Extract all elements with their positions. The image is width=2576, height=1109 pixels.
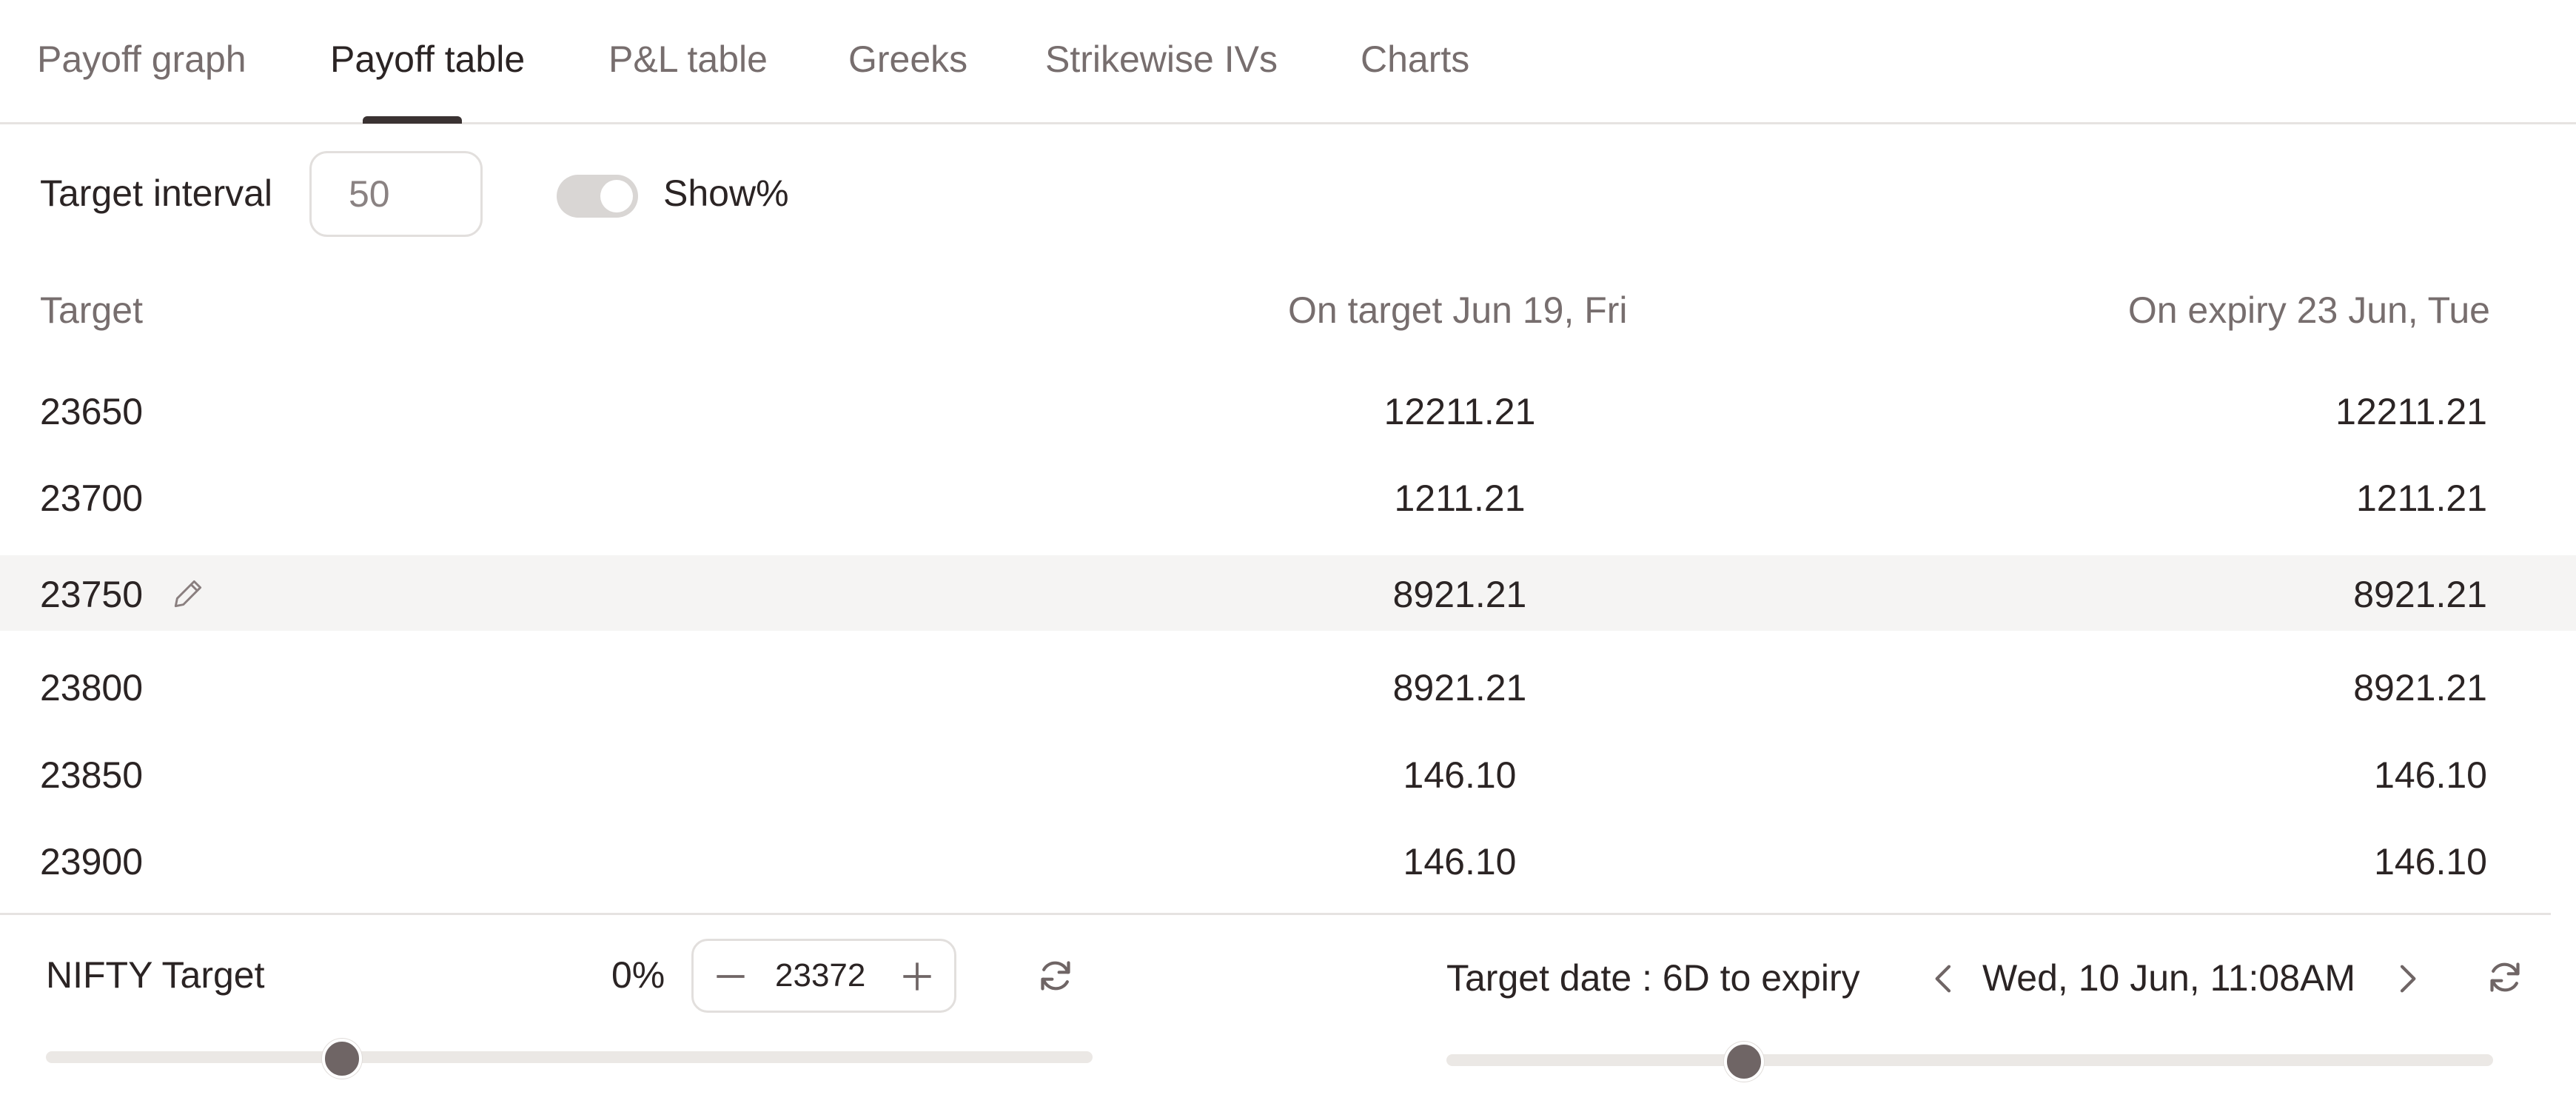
- on-target-cell: 146.10: [1403, 754, 1517, 796]
- tab-payoff-graph[interactable]: Payoff graph: [37, 37, 246, 81]
- chevron-right-icon[interactable]: [2391, 958, 2424, 999]
- target-date-slider-thumb[interactable]: [1723, 1042, 1764, 1082]
- nifty-percent-value: 0%: [611, 954, 665, 996]
- show-percent-toggle[interactable]: [557, 175, 638, 218]
- on-target-cell: 12211.21: [1383, 391, 1536, 432]
- target-interval-label: Target interval: [40, 172, 273, 214]
- on-target-cell: 146.10: [1403, 841, 1517, 882]
- pencil-icon[interactable]: [170, 574, 207, 612]
- nifty-target-slider-track[interactable]: [46, 1051, 1093, 1063]
- tab-bar: Payoff graph Payoff table P&L table Gree…: [0, 0, 2576, 124]
- plus-icon[interactable]: [896, 956, 938, 997]
- tab-pl-table[interactable]: P&L table: [608, 37, 768, 81]
- footer-divider: [0, 913, 2551, 915]
- on-target-cell: 8921.21: [1392, 574, 1527, 615]
- on-expiry-cell: 146.10: [2374, 841, 2487, 882]
- target-date-value: Wed, 10 Jun, 11:08AM: [1982, 957, 2356, 999]
- on-expiry-cell: 8921.21: [2353, 667, 2487, 708]
- table-row[interactable]: 23850 146.10 146.10: [0, 736, 2576, 811]
- refresh-icon[interactable]: [1035, 955, 1076, 996]
- on-expiry-cell: 1211.21: [2355, 478, 2487, 519]
- target-interval-input[interactable]: [309, 151, 483, 237]
- target-cell: 23750: [40, 574, 144, 615]
- target-cell: 23800: [40, 667, 144, 708]
- table-row-highlighted[interactable]: 23750 8921.21 8921.21: [0, 555, 2576, 631]
- on-expiry-cell: 8921.21: [2353, 574, 2487, 615]
- tab-strikewise-ivs[interactable]: Strikewise IVs: [1045, 37, 1278, 81]
- on-target-cell: 1211.21: [1394, 478, 1526, 519]
- table-row[interactable]: 23900 146.10 146.10: [0, 822, 2576, 898]
- target-date-slider-track[interactable]: [1446, 1054, 2493, 1066]
- nifty-target-stepper: 23372: [691, 939, 956, 1013]
- nifty-target-value[interactable]: 23372: [775, 957, 865, 994]
- active-tab-indicator: [363, 116, 462, 124]
- nifty-target-label: NIFTY Target: [46, 954, 265, 996]
- target-cell: 23900: [40, 841, 144, 882]
- table-row[interactable]: 23650 12211.21 12211.21: [0, 372, 2576, 448]
- table-row[interactable]: 23700 1211.21 1211.21: [0, 459, 2576, 535]
- show-percent-label: Show%: [663, 172, 789, 214]
- column-header-target: Target: [40, 289, 143, 331]
- tab-charts[interactable]: Charts: [1361, 37, 1469, 81]
- target-cell: 23700: [40, 478, 144, 519]
- toggle-knob: [600, 180, 633, 212]
- column-header-on-target: On target Jun 19, Fri: [1288, 289, 1628, 331]
- column-header-on-expiry: On expiry 23 Jun, Tue: [2127, 289, 2490, 331]
- minus-icon[interactable]: [710, 956, 751, 997]
- target-cell: 23650: [40, 391, 144, 432]
- chevron-left-icon[interactable]: [1928, 958, 1960, 999]
- on-expiry-cell: 146.10: [2374, 754, 2487, 796]
- on-target-cell: 8921.21: [1392, 667, 1527, 708]
- target-cell: 23850: [40, 754, 144, 796]
- table-row[interactable]: 23800 8921.21 8921.21: [0, 649, 2576, 724]
- target-date-label: Target date : 6D to expiry: [1446, 957, 1860, 999]
- on-expiry-cell: 12211.21: [2335, 391, 2487, 432]
- tab-payoff-table[interactable]: Payoff table: [330, 37, 525, 81]
- nifty-target-slider-thumb[interactable]: [322, 1039, 363, 1079]
- tab-greeks[interactable]: Greeks: [848, 37, 967, 81]
- refresh-icon[interactable]: [2484, 956, 2526, 998]
